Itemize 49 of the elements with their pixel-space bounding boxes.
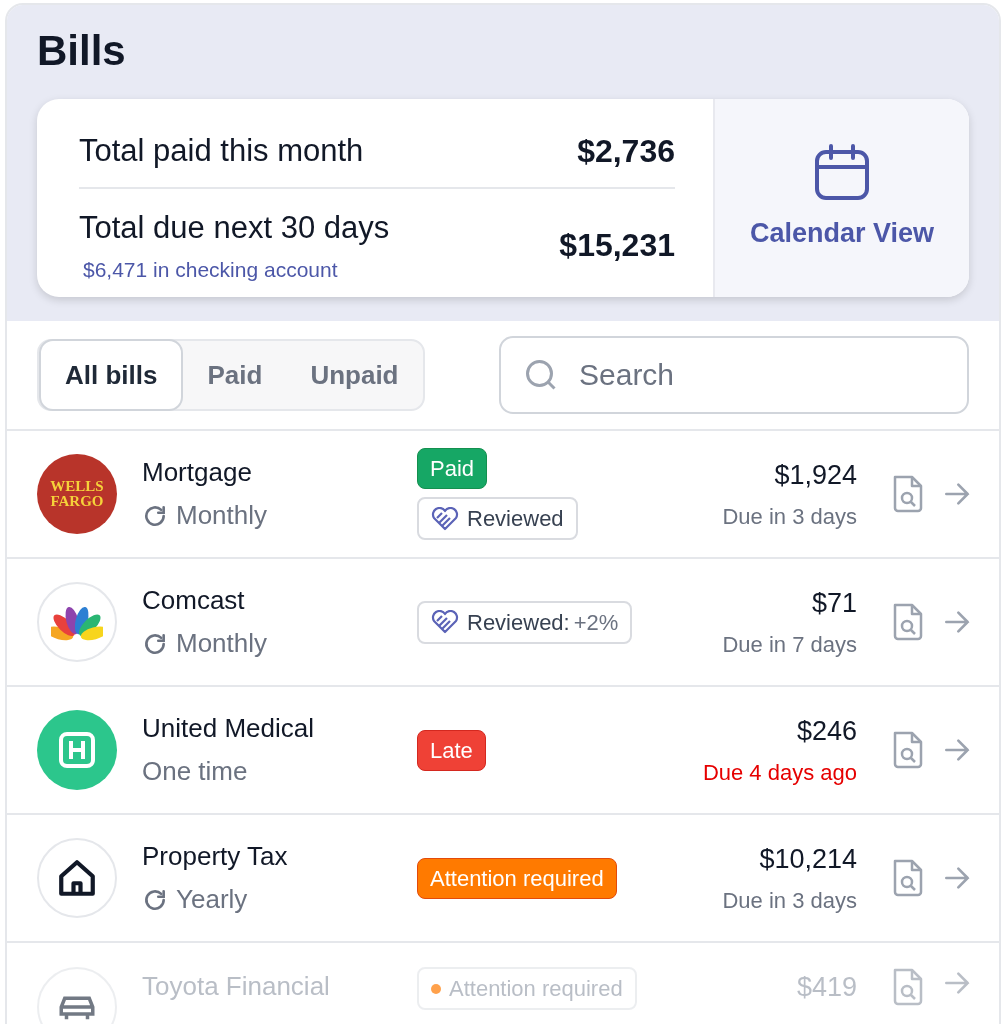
checking-balance: $6,471 in checking account bbox=[83, 256, 339, 283]
heart-icon bbox=[431, 610, 459, 634]
document-search-icon[interactable] bbox=[891, 474, 925, 514]
bill-name: Toyota Financial bbox=[142, 970, 331, 1003]
bill-name: United Medical bbox=[142, 712, 315, 745]
status-badge: Paid bbox=[417, 448, 488, 489]
document-search-icon[interactable] bbox=[891, 730, 925, 770]
change-note: +2% bbox=[573, 608, 619, 637]
bill-name: Mortgage bbox=[142, 456, 253, 489]
status-badge: Late bbox=[417, 729, 486, 771]
bill-name: Comcast bbox=[142, 584, 246, 617]
bill-row[interactable]: Comcast Monthly Reviewed: +2% $71 Due in 7 days bbox=[7, 559, 999, 687]
bill-row[interactable]: WELLS FARGO Mortgage Monthly Paid Reviewed $1,924 Due in 3 days bbox=[7, 431, 999, 559]
filter-tab[interactable]: Unpaid bbox=[286, 339, 423, 411]
status-badge: Attention required bbox=[417, 857, 617, 899]
due-date: Due in 7 days bbox=[722, 630, 857, 659]
document-search-icon[interactable] bbox=[891, 967, 925, 1007]
page-title: Bills bbox=[37, 26, 127, 76]
summary-amount: $15,231 bbox=[559, 226, 675, 265]
summary-label: Total paid this month bbox=[79, 131, 364, 170]
badge-label: Attention required bbox=[449, 975, 623, 1003]
summary-amount: $2,736 bbox=[577, 132, 675, 171]
due-date: Due in 3 days bbox=[722, 886, 857, 915]
bank-logo: WELLS FARGO bbox=[37, 454, 117, 534]
calendar-view-button[interactable]: Calendar View bbox=[713, 99, 969, 297]
search-field[interactable]: Search bbox=[499, 336, 969, 414]
bill-amount: $10,214 bbox=[759, 843, 857, 877]
filter-tab[interactable]: All bills bbox=[39, 339, 184, 411]
summary-label: Total due next 30 days bbox=[79, 209, 390, 247]
bill-amount: $1,924 bbox=[774, 459, 857, 493]
bill-amount: $71 bbox=[811, 587, 857, 621]
bill-frequency: Monthly bbox=[176, 627, 268, 660]
bill-frequency: Monthly bbox=[176, 499, 268, 532]
due-date: Due 4 days ago bbox=[702, 758, 857, 787]
due-date: Due in 3 days bbox=[722, 502, 857, 531]
bill-frequency: Yearly bbox=[176, 883, 248, 916]
bill-amount: $419 bbox=[796, 971, 857, 1004]
heart-icon bbox=[431, 506, 459, 531]
bill-name: Property Tax bbox=[142, 840, 289, 873]
calendar-icon bbox=[814, 142, 870, 201]
document-search-icon[interactable] bbox=[891, 602, 925, 642]
bill-amount: $246 bbox=[796, 715, 857, 749]
badge-label: Reviewed: bbox=[467, 608, 570, 637]
badge-label: Reviewed bbox=[467, 505, 564, 533]
bill-row[interactable]: Property Tax Yearly Attention required $10,214 Due in 3 days bbox=[7, 815, 999, 943]
document-search-icon[interactable] bbox=[891, 858, 925, 898]
filter-tab[interactable]: Paid bbox=[183, 339, 287, 411]
bill-row[interactable]: United Medical One time Late $246 Due 4 days ago bbox=[7, 687, 999, 815]
bill-frequency: One time bbox=[142, 755, 248, 788]
